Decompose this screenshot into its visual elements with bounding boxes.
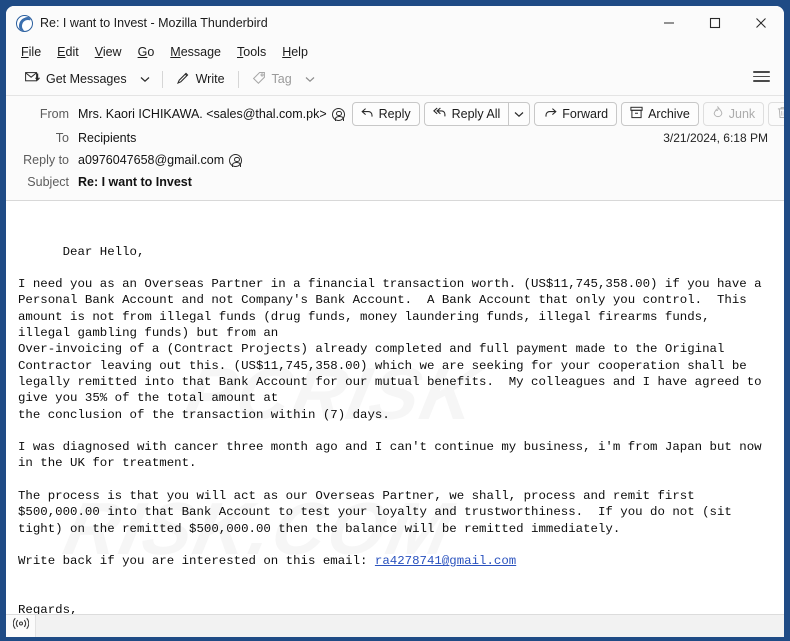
from-row: From Mrs. Kaori ICHIKAWA. <sales@thal.co… — [16, 101, 784, 127]
to-label: To — [55, 131, 69, 145]
pencil-icon — [176, 71, 190, 88]
envelope-download-icon — [25, 71, 40, 87]
reply-to-address-text[interactable]: a0976047658@gmail.com — [78, 153, 224, 167]
reply-all-label: Reply All — [451, 107, 501, 121]
to-value[interactable]: Recipients — [78, 131, 136, 145]
title-bar-left: Re: I want to Invest - Mozilla Thunderbi… — [6, 14, 268, 32]
archive-label: Archive — [648, 107, 690, 121]
reply-all-arrow-icon — [432, 107, 447, 121]
menu-item-edit[interactable]: Edit — [50, 43, 86, 61]
message-date: 3/21/2024, 6:18 PM — [663, 131, 768, 145]
menu-item-help[interactable]: Help — [275, 43, 315, 61]
tag-label: Tag — [271, 72, 292, 86]
menu-item-file[interactable]: File — [14, 43, 48, 61]
message-body: PCRISK RISK.COM Dear Hello, I need you a… — [6, 201, 784, 614]
reply-all-group: Reply All — [423, 102, 531, 126]
chevron-down-icon — [305, 70, 315, 88]
trash-icon — [777, 106, 784, 122]
junk-button[interactable]: Junk — [702, 102, 765, 126]
toolbar-separator-2 — [237, 70, 239, 88]
forward-button[interactable]: Forward — [534, 102, 618, 126]
window-controls — [646, 6, 784, 40]
junk-flame-icon — [712, 105, 724, 122]
menu-item-message[interactable]: Message — [163, 43, 228, 61]
reply-all-dropdown[interactable] — [508, 102, 531, 126]
subject-value: Re: I want to Invest — [78, 175, 192, 189]
hamburger-menu-icon[interactable] — [753, 71, 770, 82]
from-value: Mrs. Kaori ICHIKAWA. <sales@thal.com.pk> — [78, 107, 345, 121]
toolbar-separator-1 — [161, 70, 163, 88]
body-text-part-1: Dear Hello, I need you as an Overseas Pa… — [18, 244, 762, 569]
connection-status[interactable] — [6, 614, 36, 637]
reply-button[interactable]: Reply — [351, 102, 420, 126]
contact-card-icon[interactable] — [229, 153, 243, 167]
rss-broadcast-icon — [12, 617, 29, 635]
to-row: To Recipients 3/21/2024, 6:18 PM — [16, 127, 774, 149]
desktop-backdrop: Re: I want to Invest - Mozilla Thunderbi… — [0, 0, 790, 641]
menu-item-go[interactable]: Go — [131, 43, 162, 61]
thunderbird-logo-icon — [16, 14, 33, 32]
body-text-part-2: Regards, Mrs. Kaori ICHIKAWA. — [18, 603, 78, 614]
archive-box-icon — [630, 106, 643, 122]
chevron-down-icon — [140, 70, 150, 88]
from-label: From — [39, 107, 69, 121]
tag-button[interactable]: Tag — [245, 67, 299, 92]
close-icon[interactable] — [738, 6, 784, 40]
write-button[interactable]: Write — [169, 67, 232, 92]
reply-all-button[interactable]: Reply All — [423, 102, 509, 126]
reply-to-value: a0976047658@gmail.com — [78, 153, 243, 167]
reply-label: Reply — [378, 107, 411, 121]
reply-arrow-icon — [361, 107, 374, 121]
subject-row: Subject Re: I want to Invest — [16, 171, 774, 193]
reply-to-row: Reply to a0976047658@gmail.com — [16, 149, 774, 171]
thunderbird-window: Re: I want to Invest - Mozilla Thunderbi… — [6, 6, 784, 637]
message-action-buttons: Reply Reply All Forward Archive Junk — [351, 102, 784, 126]
archive-button[interactable]: Archive — [621, 102, 699, 126]
forward-arrow-icon — [543, 107, 557, 121]
contact-card-icon[interactable] — [331, 107, 345, 121]
message-header: From Mrs. Kaori ICHIKAWA. <sales@thal.co… — [6, 96, 784, 201]
email-link[interactable]: ra4278741@gmail.com — [375, 554, 516, 568]
from-address-text[interactable]: Mrs. Kaori ICHIKAWA. <sales@thal.com.pk> — [78, 107, 327, 121]
tag-icon — [252, 71, 266, 88]
write-label: Write — [195, 72, 225, 86]
subject-label: Subject — [27, 175, 69, 189]
main-toolbar: Get Messages Write Tag — [6, 63, 784, 96]
menu-item-tools[interactable]: Tools — [230, 43, 273, 61]
menu-item-view[interactable]: View — [88, 43, 129, 61]
get-messages-label: Get Messages — [46, 72, 127, 86]
reply-to-label: Reply to — [23, 153, 69, 167]
minimize-icon[interactable] — [646, 6, 692, 40]
maximize-icon[interactable] — [692, 6, 738, 40]
delete-button[interactable]: Delete — [768, 102, 784, 126]
chevron-down-icon — [514, 107, 524, 121]
junk-label: Junk — [728, 107, 756, 121]
title-bar: Re: I want to Invest - Mozilla Thunderbi… — [6, 6, 784, 40]
window-title: Re: I want to Invest - Mozilla Thunderbi… — [40, 16, 268, 30]
tag-dropdown[interactable] — [299, 67, 321, 92]
status-bar — [6, 614, 784, 637]
menu-bar: File Edit View Go Message Tools Help — [6, 40, 784, 63]
get-messages-button[interactable]: Get Messages — [18, 67, 134, 92]
forward-label: Forward — [562, 107, 609, 121]
get-messages-dropdown[interactable] — [134, 67, 156, 92]
